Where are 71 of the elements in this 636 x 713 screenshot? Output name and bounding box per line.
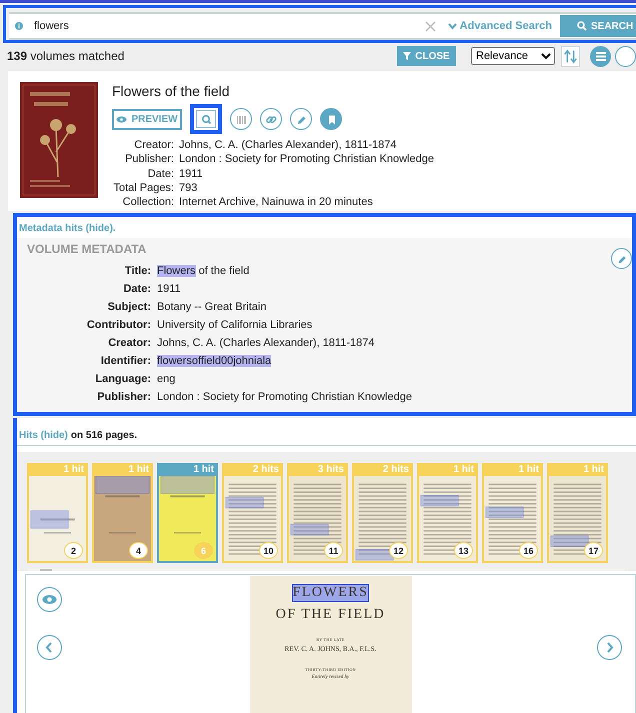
page-thumbnail[interactable]: 1 hit 17 — [547, 463, 608, 564]
metadata-value: Flowers of the field — [157, 264, 250, 280]
volume-title: Flowers of the field — [112, 83, 230, 99]
metadata-value: Botany -- Great Britain — [157, 300, 268, 316]
metadata-label: Date: — [122, 282, 151, 298]
next-page-button[interactable] — [597, 635, 622, 660]
metadata-value: eng — [157, 372, 176, 388]
search-icon — [200, 112, 212, 126]
filter-icon — [403, 52, 412, 60]
hit-count: 2 hits — [382, 463, 410, 476]
metadata-label: Publisher: — [96, 390, 151, 406]
metadata-value: 1911 — [157, 282, 182, 298]
eye-button[interactable] — [37, 587, 62, 612]
edit-button[interactable] — [611, 248, 632, 270]
bookmark-button[interactable] — [320, 108, 342, 130]
field-value: London : Society for Promoting Christian Knowledge — [179, 152, 434, 167]
field-label: Publisher: — [124, 152, 174, 167]
search-field[interactable]: flowers Advanced Search SEARCH — [9, 12, 636, 40]
search-button[interactable] — [190, 104, 222, 134]
metadata-value: London : Society for Promoting Christian Knowledge — [157, 390, 413, 406]
edit-button[interactable] — [290, 108, 312, 130]
field-value: Johns, C. A. (Charles Alexander), 1811-1874 — [179, 138, 398, 152]
chevron-down-icon — [448, 22, 457, 30]
hit-count: 1 hit — [452, 463, 475, 476]
sort-order-icon[interactable] — [561, 46, 580, 66]
page-text: FLOWERS — [292, 585, 368, 602]
section-heading: VOLUME METADATA — [27, 242, 148, 256]
hit-count: 1 hit — [582, 463, 605, 476]
page-text: OF THE FIELD — [276, 607, 386, 624]
metadata-label: Title: — [124, 264, 151, 280]
metadata-label: Identifier: — [100, 354, 151, 370]
page-thumbnail[interactable]: 1 hit 2 — [27, 463, 88, 564]
hit-count: 1 hit — [62, 463, 85, 476]
page-thumbnail[interactable]: 1 hit 4 — [92, 463, 153, 564]
field-label: Collection: — [122, 195, 174, 210]
page-thumbnail[interactable]: 2 hits 10 — [222, 463, 283, 564]
results-count: 139 volumes matched — [7, 49, 124, 63]
search-icon — [577, 21, 587, 31]
hits-summary: on 516 pages. — [70, 430, 138, 442]
field-label: Total Pages: — [112, 180, 174, 196]
barcode-button[interactable] — [230, 108, 252, 130]
field-value: 1911 — [179, 166, 204, 181]
hit-count: 1 hit — [517, 463, 540, 476]
info-icon — [15, 22, 23, 30]
link-button[interactable] — [260, 108, 282, 130]
eye-icon — [116, 116, 128, 122]
hit-count: 3 hits — [316, 463, 345, 476]
field-value: Internet Archive, Nainuwa in 20 minutes — [179, 195, 374, 210]
page-thumbnail[interactable]: 3 hits 11 — [287, 463, 348, 564]
field-label: Date: — [146, 166, 174, 181]
view-button[interactable] — [615, 46, 636, 66]
page-thumbnail[interactable]: 2 hits 12 — [352, 463, 413, 564]
field-label: Creator: — [133, 138, 174, 152]
metadata-label: Subject: — [106, 300, 151, 316]
hit-count: 1 hit — [192, 463, 215, 476]
hit-count: 2 hits — [252, 463, 280, 476]
metadata-label: Creator: — [107, 336, 151, 352]
list-icon — [596, 52, 606, 60]
previous-page-button[interactable] — [37, 635, 62, 660]
metadata-value: Johns, C. A. (Charles Alexander), 1811-1874 — [157, 336, 376, 352]
page-thumbnail[interactable]: 1 hit 16 — [482, 463, 543, 564]
metadata-value: flowersoffield00johniala — [157, 354, 272, 370]
sort-select[interactable]: Relevance — [471, 47, 555, 65]
hit-count: 1 hit — [127, 463, 150, 476]
page-thumbnail[interactable]: 1 hit 13 — [417, 463, 478, 564]
clear-icon[interactable] — [424, 20, 436, 32]
list-view-button[interactable] — [590, 46, 611, 66]
field-value: 793 — [179, 180, 198, 196]
metadata-label: Contributor: — [86, 318, 151, 334]
metadata-value: University of California Libraries — [157, 318, 314, 334]
metadata-label: Language: — [94, 372, 151, 388]
